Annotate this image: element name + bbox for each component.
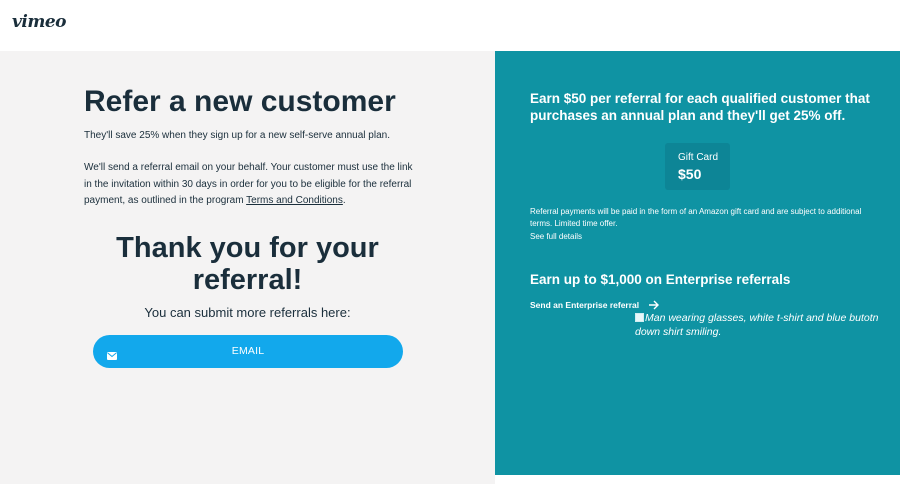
enterprise-title: Earn up to $1,000 on Enterprise referral…	[530, 272, 791, 287]
top-bar: vimeo	[0, 0, 900, 51]
referral-offer-headline: Earn $50 per referral for each qualified…	[530, 91, 870, 123]
email-button[interactable]: EMAIL	[93, 335, 403, 368]
payment-note: Referral payments will be paid in the fo…	[530, 207, 862, 228]
email-button-label: EMAIL	[231, 345, 265, 357]
gift-card-label: Gift Card	[678, 152, 719, 163]
thank-you-heading: Thank you for your referral!	[116, 232, 379, 296]
referral-description-end: .	[342, 195, 346, 206]
submit-more-text: You can submit more referrals here:	[144, 305, 351, 320]
broken-image-icon	[635, 313, 644, 322]
intro-text: They'll save 25% when they sign up for a…	[84, 130, 390, 141]
gift-card-badge: Gift Card $50	[665, 143, 730, 190]
bottom-strip	[495, 475, 900, 484]
gift-card-value: $50	[678, 166, 702, 182]
referral-info-panel: Earn $50 per referral for each qualified…	[495, 51, 900, 475]
broken-image-alt: Man wearing glasses, white t-shirt and b…	[635, 311, 895, 339]
terms-link[interactable]: Terms and Conditions	[246, 195, 343, 206]
image-alt-text: Man wearing glasses, white t-shirt and b…	[635, 312, 879, 338]
vimeo-logo[interactable]: vimeo	[12, 12, 66, 32]
send-enterprise-referral-label: Send an Enterprise referral	[530, 300, 640, 310]
page-title: Refer a new customer	[84, 85, 396, 118]
referral-description: We'll send a referral email on your beha…	[84, 160, 414, 210]
see-full-details-link[interactable]: See full details	[530, 232, 582, 241]
